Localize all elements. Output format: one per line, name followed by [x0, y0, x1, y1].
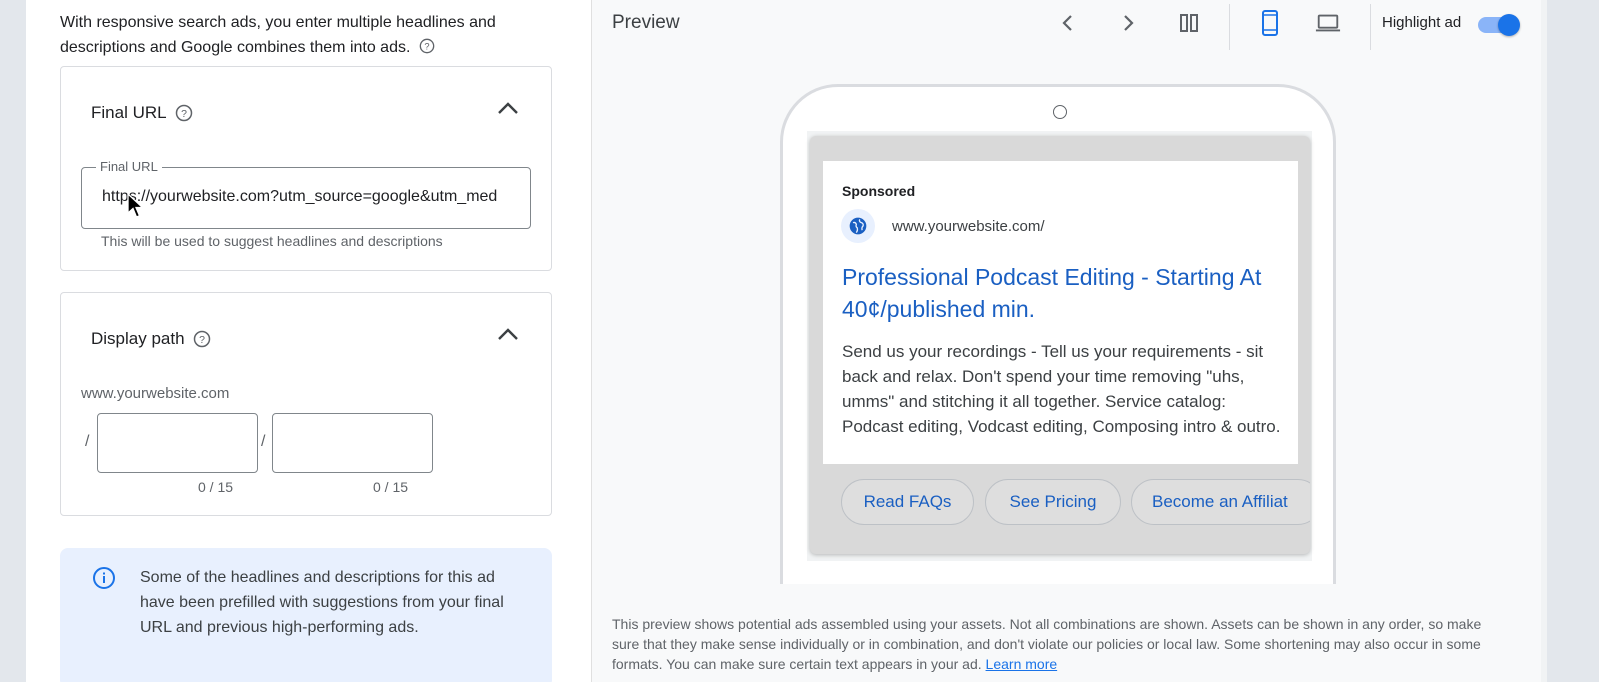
phone-screen: Sponsored www.yourwebsite.com/ Professio…: [807, 131, 1312, 561]
mobile-view-button[interactable]: [1257, 10, 1283, 36]
chevron-right-icon: [1124, 15, 1134, 31]
chevron-up-icon[interactable]: [497, 101, 519, 115]
split-view-button[interactable]: [1176, 10, 1202, 36]
prefill-info-box: Some of the headlines and descriptions f…: [60, 548, 552, 682]
toolbar-divider: [1370, 4, 1371, 50]
toolbar-divider: [1229, 4, 1230, 50]
app-frame: With responsive search ads, you enter mu…: [0, 0, 1599, 682]
highlight-ad-toggle[interactable]: [1478, 14, 1522, 36]
help-icon[interactable]: ?: [193, 330, 211, 348]
final-url-title-label: Final URL: [91, 103, 167, 122]
final-url-value[interactable]: https://yourwebsite.com?utm_source=googl…: [102, 188, 522, 206]
mouse-cursor-icon: [127, 193, 145, 218]
preview-disclaimer: This preview shows potential ads assembl…: [612, 614, 1512, 674]
phone-mockup: Sponsored www.yourwebsite.com/ Professio…: [780, 84, 1336, 584]
favicon: [841, 209, 875, 243]
path-separator: /: [85, 433, 90, 450]
ad-content: Sponsored www.yourwebsite.com/ Professio…: [823, 161, 1298, 464]
help-icon[interactable]: ?: [175, 104, 193, 122]
path-separator: /: [261, 433, 266, 450]
intro-text: With responsive search ads, you enter mu…: [60, 10, 540, 60]
ad-description: Send us your recordings - Tell us your r…: [842, 342, 1281, 436]
next-button[interactable]: [1115, 10, 1141, 36]
laptop-icon: [1315, 14, 1341, 32]
preview-panel: Preview Highlight ad Sponsored www.yourw…: [592, 0, 1541, 682]
chevron-left-icon: [1062, 15, 1072, 31]
display-path-domain: www.yourwebsite.com: [81, 385, 230, 402]
sponsored-label: Sponsored: [842, 183, 916, 199]
phone-camera: [1053, 105, 1067, 119]
display-path-title-label: Display path: [91, 329, 185, 348]
toggle-knob: [1498, 14, 1520, 36]
svg-text:?: ?: [181, 108, 187, 120]
outer-margin-left: [0, 0, 26, 682]
preview-title: Preview: [612, 12, 680, 33]
prefill-info-text: Some of the headlines and descriptions f…: [140, 569, 504, 636]
sitelink-read-faqs[interactable]: Read FAQs: [841, 479, 974, 525]
desktop-view-button[interactable]: [1315, 10, 1341, 36]
sitelink-see-pricing[interactable]: See Pricing: [985, 479, 1121, 525]
path1-counter: 0 / 15: [198, 479, 234, 495]
svg-text:?: ?: [424, 41, 429, 51]
path2-input[interactable]: [272, 413, 433, 473]
path1-input[interactable]: [97, 413, 258, 473]
display-path-card: Display path ? www.yourwebsite.com / / 0…: [60, 292, 552, 516]
ad-editor-panel: With responsive search ads, you enter mu…: [26, 0, 592, 682]
sitelink-become-affiliate[interactable]: Become an Affiliat: [1131, 479, 1310, 525]
columns-icon: [1180, 14, 1198, 32]
smartphone-icon: [1262, 10, 1278, 36]
final-url-card-title: Final URL ?: [91, 103, 193, 123]
learn-more-link[interactable]: Learn more: [986, 656, 1058, 672]
ad-display-url: www.yourwebsite.com/: [892, 218, 1045, 235]
final-url-card: Final URL ? Final URL https://yourwebsit…: [60, 66, 552, 271]
final-url-field-label: Final URL: [96, 159, 162, 174]
outer-margin-right: [1541, 0, 1599, 682]
info-icon: [93, 567, 115, 589]
final-url-hint: This will be used to suggest headlines a…: [101, 233, 443, 249]
chevron-up-icon[interactable]: [497, 327, 519, 341]
ad-headline[interactable]: Professional Podcast Editing - Starting …: [842, 261, 1292, 325]
path2-counter: 0 / 15: [373, 479, 409, 495]
prev-button[interactable]: [1055, 10, 1081, 36]
help-icon[interactable]: ?: [419, 38, 435, 54]
svg-text:?: ?: [199, 334, 205, 346]
display-path-card-title: Display path ?: [91, 329, 211, 349]
globe-icon: [849, 217, 867, 235]
highlight-ad-label: Highlight ad: [1382, 14, 1462, 31]
scroll-gutter: [1541, 0, 1547, 682]
final-url-input[interactable]: Final URL https://yourwebsite.com?utm_so…: [81, 159, 531, 229]
ad-preview-card: Sponsored www.yourwebsite.com/ Professio…: [810, 136, 1310, 554]
